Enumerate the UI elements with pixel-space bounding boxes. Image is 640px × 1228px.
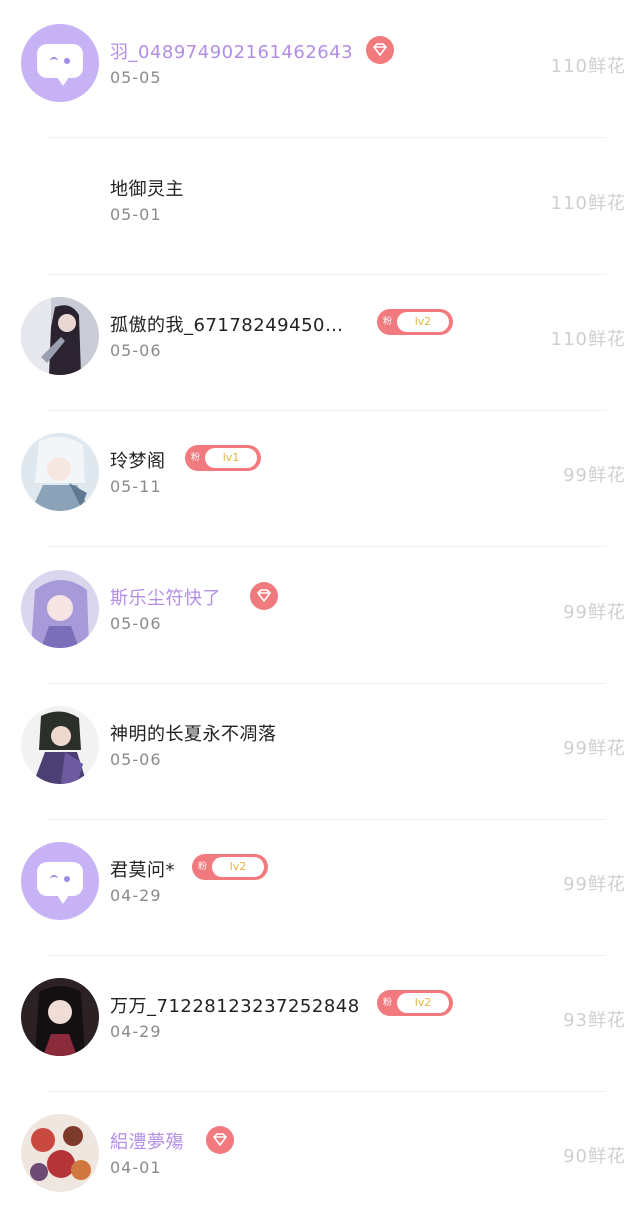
avatar[interactable] xyxy=(21,570,99,648)
date: 05-06 xyxy=(110,614,162,633)
avatar[interactable] xyxy=(21,161,99,239)
flower-count: 99鲜花 xyxy=(563,738,626,759)
date: 05-01 xyxy=(110,205,162,224)
avatar[interactable] xyxy=(21,433,99,511)
fan-level-badge: 粉 lv2 xyxy=(377,990,453,1016)
flower-count: 110鲜花 xyxy=(550,193,626,214)
avatar[interactable] xyxy=(21,978,99,1056)
date: 04-29 xyxy=(110,1022,162,1041)
date: 04-01 xyxy=(110,1158,162,1177)
fan-level-badge: 粉 lv2 xyxy=(192,854,268,880)
avatar[interactable] xyxy=(21,706,99,784)
user-name[interactable]: 絽澧夢殤 xyxy=(110,1128,184,1154)
list-item[interactable]: 斯乐尘符快了 05-06 99鲜花 xyxy=(0,548,640,684)
date: 05-06 xyxy=(110,750,162,769)
list-item[interactable]: 万万_71228123237252848 粉 lv2 04-29 93鲜花 xyxy=(0,956,640,1092)
user-name[interactable]: 孤傲的我_67178249450… xyxy=(110,311,343,337)
flower-count: 99鲜花 xyxy=(563,465,626,486)
flower-count: 99鲜花 xyxy=(563,874,626,895)
divider xyxy=(48,546,606,547)
list-item[interactable]: 玲梦阁 粉 lv1 05-11 99鲜花 xyxy=(0,411,640,547)
fan-level-badge: 粉 lv1 xyxy=(185,445,261,471)
user-name[interactable]: 羽_048974902161462643 xyxy=(110,38,353,64)
list-item[interactable]: 君莫问* 粉 lv2 04-29 99鲜花 xyxy=(0,820,640,956)
date: 05-11 xyxy=(110,477,162,496)
gift-ranking-list: 羽_048974902161462643 05-05 110鲜花 地御灵主 05… xyxy=(0,0,640,1198)
default-avatar-icon[interactable] xyxy=(21,24,99,102)
vip-diamond-icon xyxy=(206,1126,234,1154)
flower-count: 90鲜花 xyxy=(563,1146,626,1167)
user-name[interactable]: 神明的长夏永不凋落 xyxy=(110,720,277,746)
user-name[interactable]: 万万_71228123237252848 xyxy=(110,992,360,1018)
avatar[interactable] xyxy=(21,297,99,375)
vip-diamond-icon xyxy=(250,582,278,610)
list-item[interactable]: 絽澧夢殤 04-01 90鲜花 xyxy=(0,1092,640,1228)
fan-level-badge: 粉 lv2 xyxy=(377,309,453,335)
date: 04-29 xyxy=(110,886,162,905)
list-item[interactable]: 孤傲的我_67178249450… 粉 lv2 05-06 110鲜花 xyxy=(0,275,640,411)
user-name[interactable]: 玲梦阁 xyxy=(110,447,166,473)
date: 05-05 xyxy=(110,68,162,87)
list-item[interactable]: 地御灵主 05-01 110鲜花 xyxy=(0,139,640,275)
vip-diamond-icon xyxy=(366,36,394,64)
flower-count: 99鲜花 xyxy=(563,602,626,623)
user-name[interactable]: 斯乐尘符快了 xyxy=(110,584,221,610)
avatar[interactable] xyxy=(21,1114,99,1192)
flower-count: 110鲜花 xyxy=(550,329,626,350)
date: 05-06 xyxy=(110,341,162,360)
user-name[interactable]: 君莫问* xyxy=(110,856,175,882)
divider xyxy=(48,137,606,138)
user-name[interactable]: 地御灵主 xyxy=(110,175,184,201)
default-avatar-icon[interactable] xyxy=(21,842,99,920)
list-item[interactable]: 羽_048974902161462643 05-05 110鲜花 xyxy=(0,2,640,138)
list-item[interactable]: 神明的长夏永不凋落 05-06 99鲜花 xyxy=(0,684,640,820)
flower-count: 93鲜花 xyxy=(563,1010,626,1031)
flower-count: 110鲜花 xyxy=(550,56,626,77)
